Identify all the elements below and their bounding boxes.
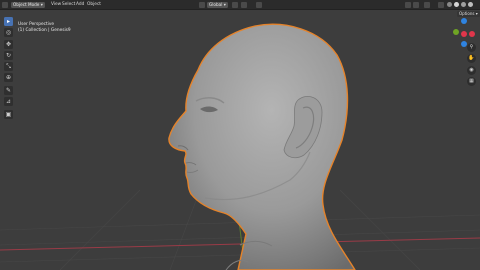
camera-icon[interactable]: ◉ bbox=[467, 66, 476, 75]
rendered-shading-icon[interactable] bbox=[468, 2, 473, 7]
transform-orientation-icon[interactable] bbox=[199, 1, 205, 8]
menu-add[interactable]: Add bbox=[76, 0, 84, 9]
transform-icon[interactable]: ⊕ bbox=[4, 73, 13, 82]
editor-type-icon[interactable] bbox=[2, 1, 8, 8]
collection-label: (1) Collection | Genesis9 bbox=[18, 28, 71, 33]
viewport-header: Object Mode ▾ View Select Add Object Glo… bbox=[0, 0, 480, 10]
gizmo-x-axis[interactable] bbox=[461, 31, 467, 37]
solid-shading-icon[interactable] bbox=[454, 2, 459, 7]
viewport-scene[interactable] bbox=[0, 0, 480, 270]
menu-object[interactable]: Object bbox=[87, 0, 101, 9]
menu-select[interactable]: Select bbox=[62, 0, 75, 9]
head-mesh[interactable] bbox=[168, 23, 356, 270]
navigation-gizmo[interactable] bbox=[450, 10, 480, 50]
pivot-icon[interactable] bbox=[232, 1, 238, 8]
cursor-icon[interactable]: ◎ bbox=[4, 28, 13, 37]
gizmo-z-axis[interactable] bbox=[461, 18, 467, 24]
xray-icon[interactable] bbox=[438, 1, 444, 8]
wireframe-shading-icon[interactable] bbox=[447, 2, 452, 7]
visibility-icon[interactable] bbox=[405, 1, 411, 8]
annotate-icon[interactable]: ✎ bbox=[4, 86, 13, 95]
transform-label: Global bbox=[209, 1, 223, 7]
zoom-icon[interactable]: ⚲ bbox=[467, 43, 476, 52]
gizmo-toggle-icon[interactable] bbox=[413, 1, 419, 8]
gizmo-y-axis[interactable] bbox=[453, 29, 459, 35]
add-cube-icon[interactable]: ▣ bbox=[4, 110, 13, 119]
measure-icon[interactable]: ⊿ bbox=[4, 97, 13, 106]
pan-hand-icon[interactable]: ✋ bbox=[467, 54, 476, 63]
scale-icon[interactable]: ⤡ bbox=[4, 62, 13, 71]
proportional-edit-icon[interactable] bbox=[256, 1, 262, 8]
grid-x-axis bbox=[0, 237, 480, 251]
transform-dropdown[interactable]: Global ▾ bbox=[207, 1, 228, 8]
menu-view[interactable]: View bbox=[51, 0, 61, 9]
rotate-icon[interactable]: ↻ bbox=[4, 51, 13, 60]
viewport-info: User Perspective (1) Collection | Genesi… bbox=[18, 22, 71, 34]
gizmo-x-positive[interactable] bbox=[469, 31, 475, 37]
overlay-icon[interactable] bbox=[424, 1, 430, 8]
snap-icon[interactable] bbox=[241, 1, 247, 8]
mode-label: Object Mode bbox=[13, 1, 40, 7]
mode-dropdown[interactable]: Object Mode ▾ bbox=[11, 1, 45, 8]
select-box-icon[interactable]: ▸ bbox=[4, 17, 13, 26]
material-shading-icon[interactable] bbox=[461, 2, 466, 7]
ortho-grid-icon[interactable]: ▦ bbox=[467, 77, 476, 86]
move-icon[interactable]: ✥ bbox=[4, 40, 13, 49]
